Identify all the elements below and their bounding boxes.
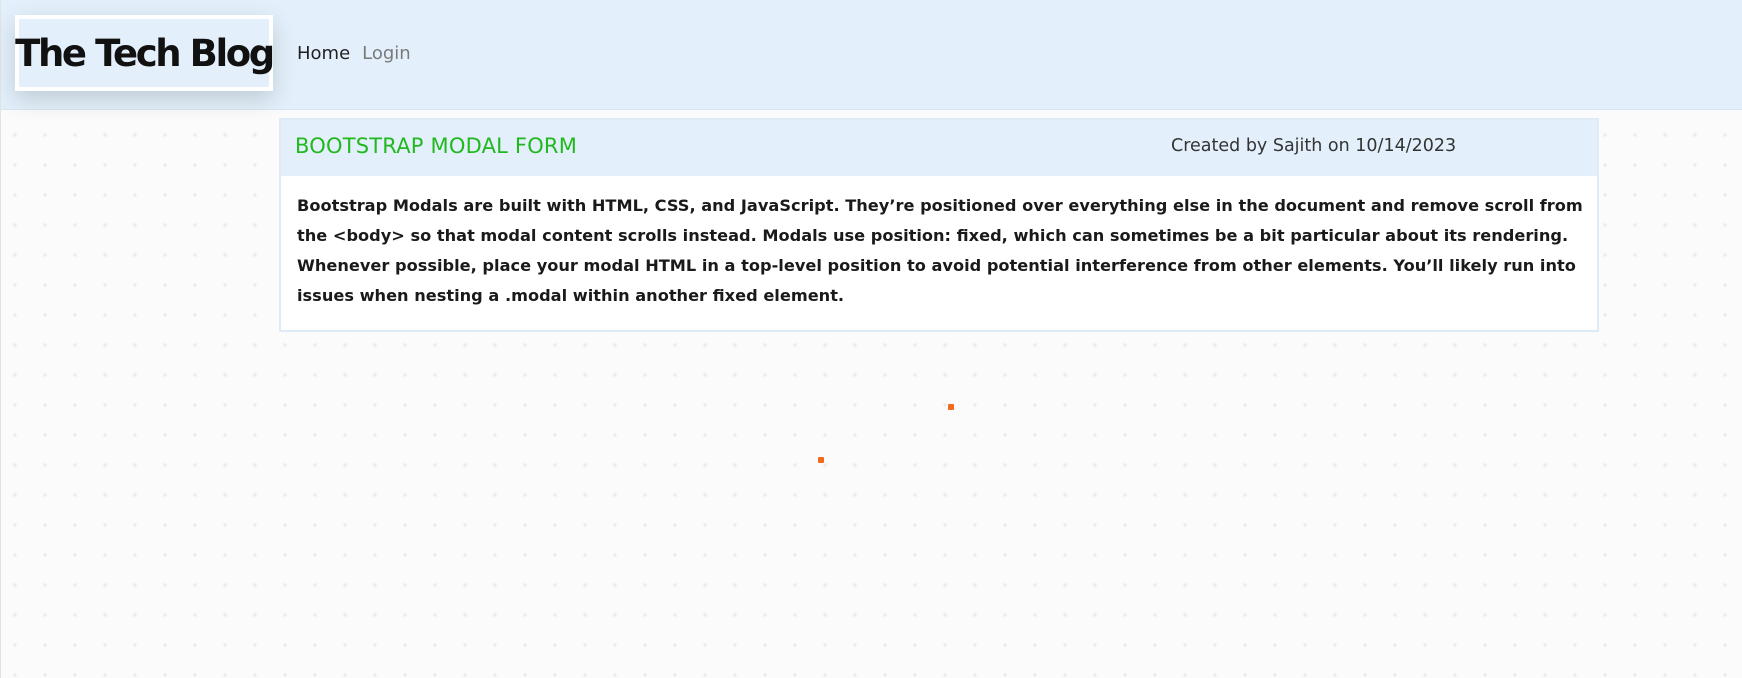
post-meta: Created by Sajith on 10/14/2023 [1171,136,1457,156]
brand-logo[interactable]: The Tech Blog [15,15,275,91]
decorative-dot [948,404,954,410]
post-card[interactable]: BOOTSTRAP MODAL FORM Created by Sajith o… [279,118,1599,332]
brand-title: The Tech Blog [15,31,275,75]
post-title[interactable]: BOOTSTRAP MODAL FORM [295,134,577,158]
navbar: The Tech Blog Home Login [1,0,1742,110]
nav-links: Home Login [297,43,411,64]
post-header: BOOTSTRAP MODAL FORM Created by Sajith o… [281,120,1597,176]
nav-login-link[interactable]: Login [362,43,411,64]
post-body: Bootstrap Modals are built with HTML, CS… [297,196,1583,305]
nav-home-link[interactable]: Home [297,43,350,64]
decorative-dot [818,457,824,463]
